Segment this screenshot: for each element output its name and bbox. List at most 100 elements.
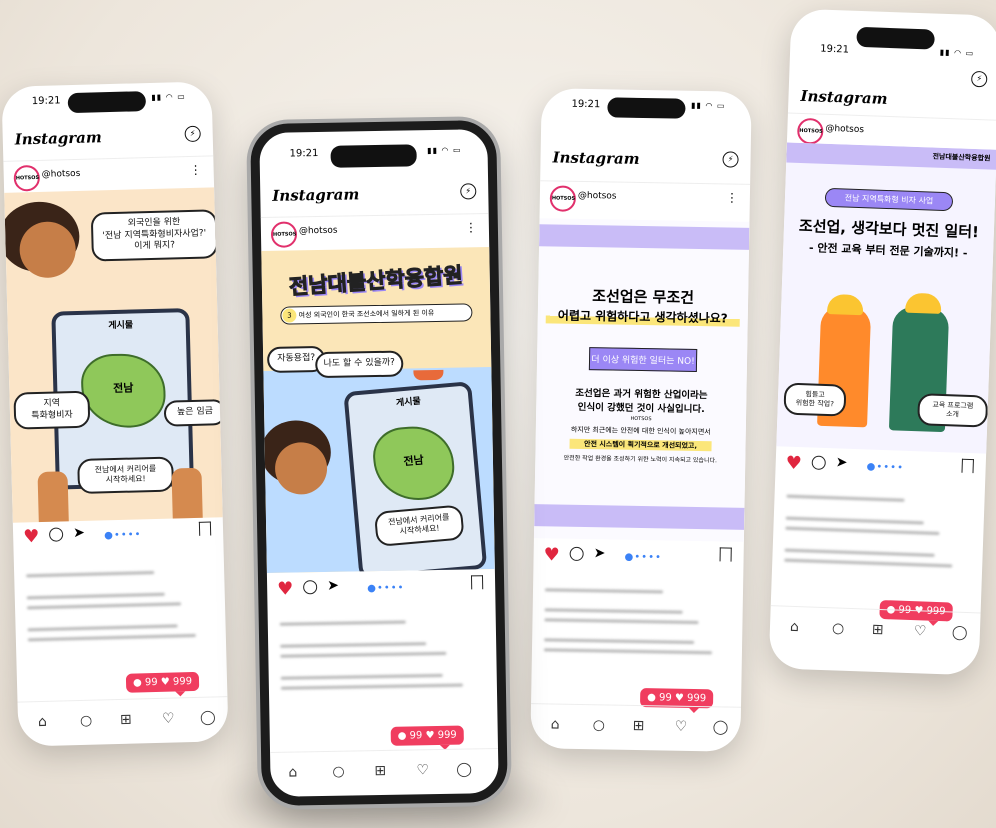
messenger-icon[interactable]: ⚡	[722, 151, 739, 168]
status-time: 19:21	[571, 98, 601, 111]
caption-line	[27, 602, 182, 610]
share-icon[interactable]: ➤	[73, 525, 85, 541]
profile-icon[interactable]: ◯	[456, 761, 472, 777]
profile-icon[interactable]: ◯	[200, 709, 216, 725]
post-image[interactable]: 전남대불산학융합원 3 여성 외국인이 한국 조선소에서 일하게 된 이유 자동…	[261, 247, 495, 573]
body-line-5: 안전한 작업 환경을 조성하기 위한 노력이 지속되고 있습니다.	[563, 454, 717, 465]
subtitle-number: 3	[282, 308, 297, 323]
status-time: 19:21	[819, 43, 850, 56]
account-handle[interactable]: @hotsos	[578, 191, 617, 202]
heart-icon[interactable]: ♥	[277, 579, 294, 600]
account-handle[interactable]: @hotsos	[299, 226, 338, 237]
headline-2: - 안전 교육 부터 전문 기술까지! -	[808, 241, 968, 260]
bottom-wave-band	[534, 504, 745, 530]
home-icon[interactable]: ⌂	[38, 714, 47, 730]
share-icon[interactable]: ➤	[835, 454, 847, 470]
avatar[interactable]: HOTSOS	[796, 117, 824, 145]
caption-line	[279, 620, 406, 626]
dynamic-island	[67, 91, 147, 114]
activity-icon[interactable]: ♡	[416, 762, 429, 778]
map-label: 전남	[113, 381, 134, 396]
more-icon[interactable]: ⋮	[189, 163, 201, 177]
bookmark-icon[interactable]	[470, 575, 484, 590]
profile-icon[interactable]: ◯	[713, 719, 729, 735]
tablet-screen-title: 게시물	[108, 320, 134, 332]
character-face	[18, 220, 77, 279]
account-handle[interactable]: @hotsos	[42, 169, 81, 180]
carousel-dots: ●••••	[104, 529, 142, 542]
heart-icon[interactable]: ♥	[543, 544, 560, 565]
heart-icon[interactable]: ♥	[23, 526, 40, 547]
caption-line	[280, 651, 447, 658]
caption-line	[27, 633, 196, 642]
post-image[interactable]: 외국인을 위한 '전남 지역특화형비자사업?' 이게 뭐지? 게시물 전남 지역…	[4, 187, 223, 523]
post-image[interactable]: 전남대불산학융합원 전남 지역특화형 비자 사업 조선업, 생각보다 멋진 일터…	[776, 142, 996, 454]
avatar[interactable]: HOTSOS	[13, 164, 41, 192]
body-line-2: 인식이 강했던 것이 사실입니다.	[577, 401, 705, 416]
messenger-icon[interactable]: ⚡	[460, 183, 477, 200]
search-icon[interactable]: ○	[80, 713, 93, 729]
activity-icon[interactable]: ♡	[162, 711, 175, 727]
account-handle[interactable]: @hotsos	[825, 124, 864, 135]
more-icon[interactable]: ⋮	[465, 220, 477, 234]
post-actions: ♥ ➤ ●••••	[775, 452, 986, 483]
caption-line	[26, 571, 155, 578]
post-actions: ♥ ➤ ●••••	[267, 575, 495, 603]
messenger-icon[interactable]: ⚡	[970, 70, 988, 88]
comment-icon[interactable]	[569, 546, 584, 562]
carousel-dots: ●••••	[367, 582, 405, 595]
carousel-dots: ●••••	[624, 551, 663, 564]
bookmark-icon[interactable]	[961, 458, 974, 474]
activity-icon[interactable]: ♡	[914, 623, 927, 639]
bookmark-icon[interactable]	[719, 547, 732, 562]
avatar[interactable]: HOTSOS	[549, 185, 577, 212]
status-time: 19:21	[289, 148, 319, 160]
caption-line	[280, 683, 463, 690]
comment-icon[interactable]	[303, 580, 318, 595]
more-icon[interactable]: ⋮	[726, 190, 738, 204]
account-row[interactable]: HOTSOS @hotsos ⋮	[539, 180, 751, 215]
post-image[interactable]: 조선업은 무조건 어렵고 위험하다고 생각하셨나요? 더 이상 위험한 일터는 …	[533, 218, 750, 542]
add-icon[interactable]: ⊞	[374, 763, 386, 779]
subtitle-text: 여성 외국인이 한국 조선소에서 일하게 된 이유	[298, 309, 435, 320]
caption-line	[785, 526, 940, 536]
headline-1: 조선업, 생각보다 멋진 일터!	[798, 216, 980, 242]
heart-icon[interactable]: ♥	[785, 453, 802, 475]
phone-mockup-1: 19:21 ▮▮ ◠ ▭ Instagram ⚡ HOTSOS @hotsos ⋮ 외국…	[1, 81, 229, 747]
avatar[interactable]: HOTSOS	[270, 221, 298, 248]
tag-left: 지역 특화형비자	[13, 390, 91, 431]
subtitle-row: 3 여성 외국인이 한국 조선소에서 일하게 된 이유	[280, 303, 473, 325]
status-time: 19:21	[31, 95, 61, 108]
messenger-icon[interactable]: ⚡	[184, 125, 201, 143]
account-row[interactable]: HOTSOS @hotsos ⋮	[260, 213, 490, 249]
activity-icon[interactable]: ♡	[675, 719, 688, 735]
comment-icon[interactable]	[48, 527, 64, 542]
bottom-nav: ⌂ ○ ⊞ ♡ ◯	[769, 605, 981, 658]
add-icon[interactable]: ⊞	[872, 622, 884, 638]
share-icon[interactable]: ➤	[327, 578, 339, 594]
share-icon[interactable]: ➤	[594, 545, 606, 561]
add-icon[interactable]: ⊞	[120, 712, 132, 728]
phone-mockup-2: 19:21 ▮▮ ◠ ▭ Instagram ⚡ HOTSOS @hotsos ⋮ 전남…	[250, 119, 508, 807]
account-row[interactable]: HOTSOS @hotsos ⋮	[3, 155, 215, 192]
search-icon[interactable]: ○	[593, 717, 605, 733]
bottom-nav: ⌂ ○ ⊞ ♡ ◯	[270, 747, 499, 797]
home-icon[interactable]: ⌂	[288, 764, 297, 780]
tag-right: 높은 임금	[163, 399, 223, 427]
search-icon[interactable]: ○	[332, 764, 344, 780]
comment-icon[interactable]	[811, 455, 826, 471]
hand-left	[37, 471, 70, 523]
helmet-right	[905, 292, 942, 314]
caption-line	[280, 673, 443, 680]
home-icon[interactable]: ⌂	[551, 716, 560, 732]
search-icon[interactable]: ○	[832, 620, 845, 636]
instagram-header: Instagram ⚡	[540, 146, 750, 176]
map-label: 전남	[402, 453, 425, 469]
add-icon[interactable]: ⊞	[633, 718, 645, 734]
profile-icon[interactable]: ◯	[952, 625, 968, 642]
home-icon[interactable]: ⌂	[790, 619, 799, 635]
bookmark-icon[interactable]	[198, 521, 212, 536]
caption-line	[543, 648, 712, 655]
bottom-note: 전남에서 커리어를 시작하세요!	[77, 456, 175, 494]
bubble-right: 교육 프로그램 소개	[917, 393, 989, 428]
